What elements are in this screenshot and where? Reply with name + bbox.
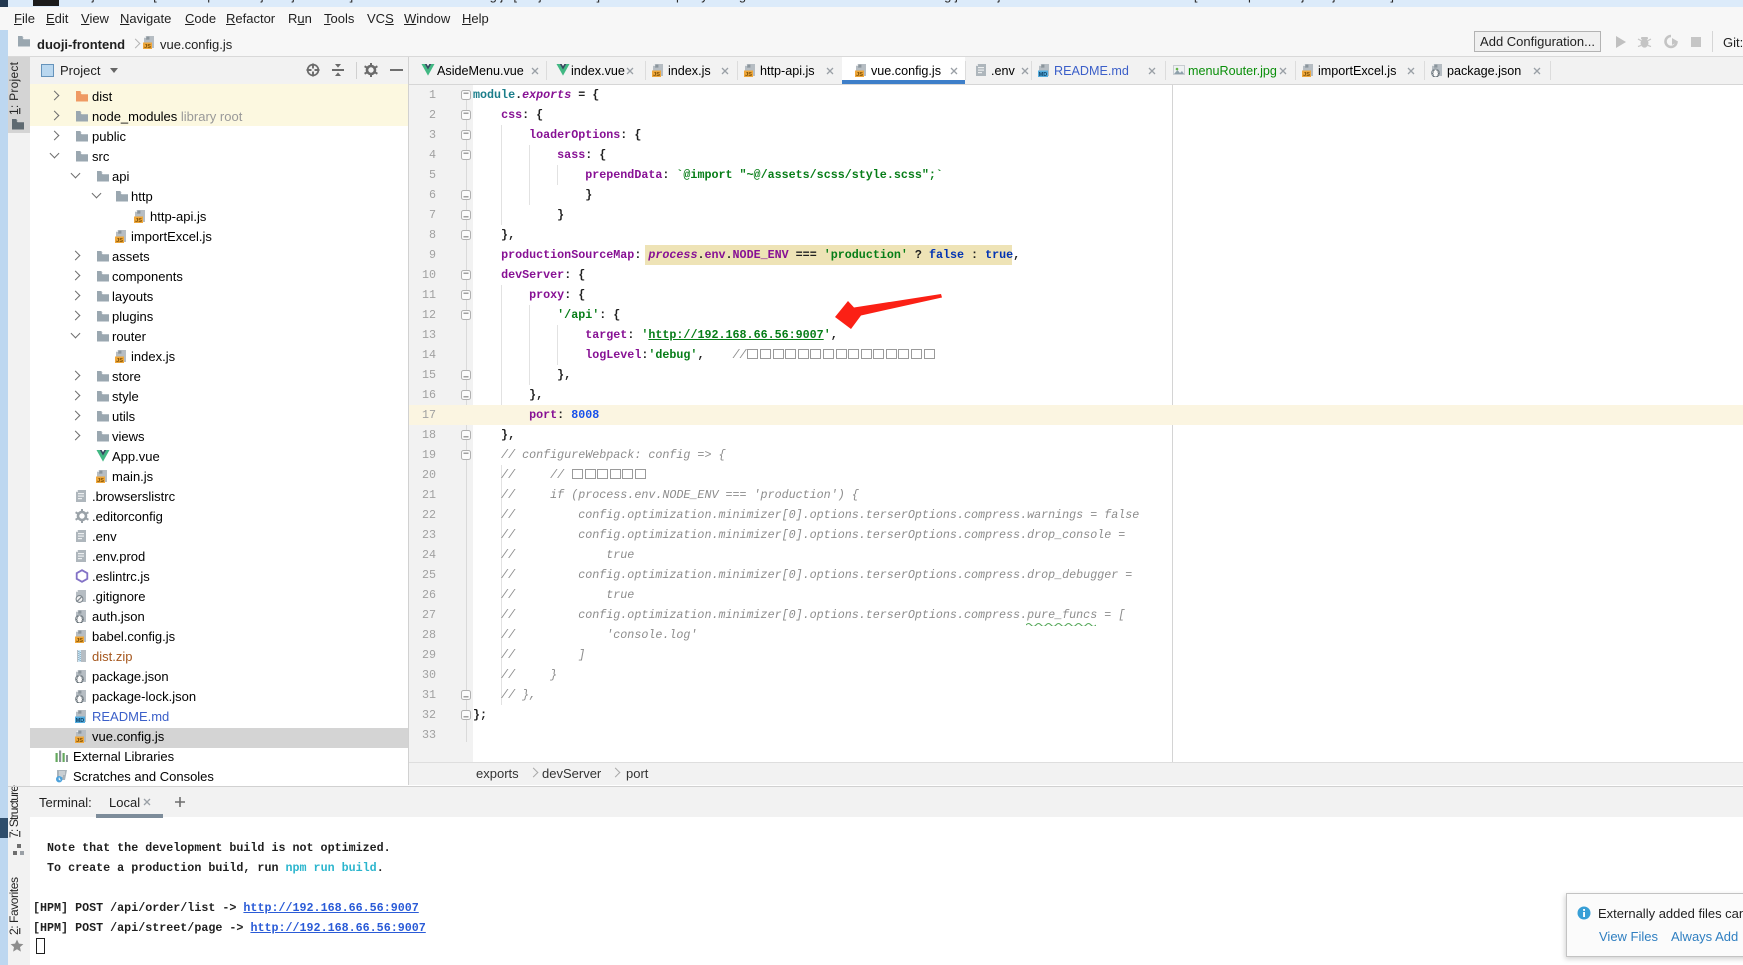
svg-text:{}: {} <box>75 617 84 623</box>
svg-text:JS: JS <box>116 358 123 363</box>
svg-text:JS: JS <box>856 72 863 77</box>
svg-text:JS: JS <box>144 44 151 49</box>
svg-text:{}: {} <box>75 697 84 703</box>
svg-text:{}: {} <box>1431 71 1440 77</box>
svg-text:JS: JS <box>653 72 660 77</box>
svg-text:MD: MD <box>1039 72 1047 77</box>
svg-text:{}: {} <box>75 677 84 683</box>
svg-text:JS: JS <box>76 738 83 743</box>
svg-text:JS: JS <box>745 72 752 77</box>
svg-text:JS: JS <box>97 478 104 483</box>
svg-text:7: Structure: 7: Structure <box>7 785 21 838</box>
svg-text:JS: JS <box>135 218 142 223</box>
svg-text:JS: JS <box>76 638 83 643</box>
svg-text:1: Project: 1: Project <box>7 62 21 115</box>
svg-text:2: Favorites: 2: Favorites <box>7 877 21 935</box>
svg-text:JS: JS <box>116 238 123 243</box>
svg-text:MD: MD <box>76 718 84 723</box>
svg-text:JS: JS <box>1303 72 1310 77</box>
